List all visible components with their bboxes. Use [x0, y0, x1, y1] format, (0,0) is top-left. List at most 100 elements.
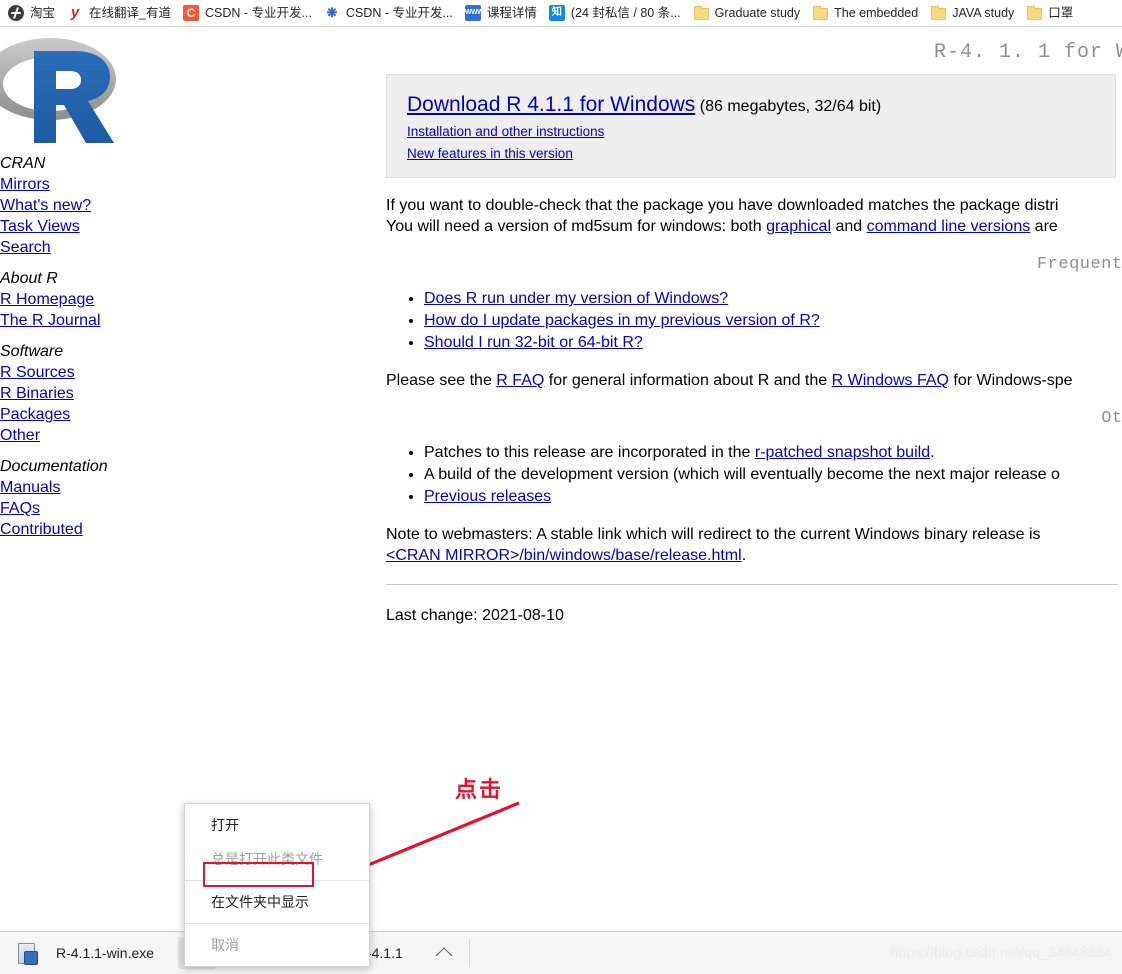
- md5-paragraph: If you want to double-check that the pac…: [386, 195, 1122, 237]
- bookmark-item[interactable]: 口罩: [1022, 2, 1079, 24]
- context-menu-item[interactable]: 取消: [185, 928, 369, 962]
- md5-line-2-mid: and: [831, 218, 867, 235]
- bookmark-label: JAVA study: [952, 6, 1015, 20]
- sidebar-link[interactable]: Other: [0, 425, 180, 446]
- download-file-name: R-4.1.1-win.exe: [56, 945, 155, 961]
- sidebar-link[interactable]: What's new?: [0, 195, 180, 216]
- bookmark-item[interactable]: 淘宝: [4, 2, 61, 24]
- page-content: CRAN Mirrors What's new? Task Views Search Ab…: [0, 27, 1122, 931]
- bookmark-label: 口罩: [1048, 6, 1074, 20]
- bookmark-item[interactable]: ❋ CSDN - 专业开发...: [320, 2, 459, 24]
- faq-bullet-link[interactable]: Should I run 32-bit or 64-bit R?: [424, 334, 643, 351]
- other-bullet-item: A build of the development version (whic…: [424, 464, 1122, 485]
- menu-separator: [185, 923, 369, 924]
- context-menu-item[interactable]: 在文件夹中显示: [185, 885, 369, 919]
- faq-bullet-item: Does R run under my version of Windows?: [424, 288, 1122, 309]
- folder-icon: [693, 5, 709, 21]
- graphical-link[interactable]: graphical: [766, 218, 831, 235]
- faq-bullet-link[interactable]: How do I update packages in my previous …: [424, 312, 820, 329]
- bookmark-item[interactable]: The embedded: [808, 2, 924, 24]
- bookmark-item[interactable]: C CSDN - 专业开发...: [179, 2, 318, 24]
- sidebar-nav: CRAN Mirrors What's new? Task Views Search Ab…: [0, 153, 180, 540]
- download-headline: Download R 4.1.1 for Windows (86 megabyt…: [407, 93, 1095, 117]
- main-column: R-4. 1. 1 for Wi Download R 4.1.1 for Wi…: [386, 27, 1122, 625]
- chevron-up-icon[interactable]: [425, 937, 463, 969]
- sidebar-link[interactable]: R Binaries: [0, 383, 180, 404]
- faq-bullet-list: Does R run under my version of Windows? H…: [386, 288, 1122, 353]
- other-bullet-list: Patches to this release are incorporated…: [386, 442, 1122, 507]
- sidebar-group: CRAN Mirrors What's new? Task Views Search: [0, 153, 180, 258]
- download-box: Download R 4.1.1 for Windows (86 megabyt…: [386, 74, 1116, 178]
- faq-section-heading: Frequently: [1036, 255, 1122, 274]
- sidebar: CRAN Mirrors What's new? Task Views Search Ab…: [0, 27, 180, 540]
- sidebar-link[interactable]: Task Views: [0, 216, 180, 237]
- bookmark-label: 课程详情: [486, 6, 537, 20]
- webmaster-note-line1: Note to webmasters: A stable link which …: [386, 526, 1041, 543]
- bookmark-item[interactable]: Graduate study: [689, 2, 806, 24]
- other-bullet-link[interactable]: r-patched snapshot build: [755, 444, 930, 461]
- youdao-icon: y: [67, 5, 84, 21]
- faq-bullet-link[interactable]: Does R run under my version of Windows?: [424, 290, 728, 307]
- bookmark-label: The embedded: [834, 6, 919, 20]
- md5-line-2-post: are: [1030, 218, 1058, 235]
- webmaster-note: Note to webmasters: A stable link which …: [386, 524, 1122, 566]
- highlight-box-show-in-folder: [203, 862, 314, 887]
- bookmark-label: (24 封私信 / 80 条...: [570, 6, 681, 20]
- installer-icon: [16, 942, 38, 965]
- folder-icon: [812, 5, 829, 21]
- bookmarks-bar: 淘宝 y 在线翻译_有道 C CSDN - 专业开发... ❋ CSDN - 专业开发...…: [0, 0, 1122, 27]
- page-title: R-4. 1. 1 for Wi: [933, 41, 1122, 64]
- sidebar-link[interactable]: Mirrors: [0, 174, 180, 195]
- other-bullet-link[interactable]: Previous releases: [424, 488, 551, 505]
- downloads-bar: R-4.1.1-win.exeREADME.R-4.1.1: [0, 931, 1122, 974]
- new-features-link[interactable]: New features in this version: [407, 146, 573, 161]
- sidebar-link[interactable]: FAQs: [0, 498, 180, 519]
- folder-icon: [930, 5, 947, 21]
- folder-icon: [1026, 5, 1043, 21]
- bookmark-item[interactable]: JAVA study: [926, 2, 1020, 24]
- faq-para-mid: for general information about R and the: [544, 372, 832, 389]
- last-change-text: Last change: 2021-08-10: [386, 607, 564, 624]
- webmaster-note-post: .: [741, 547, 747, 564]
- bookmark-item[interactable]: y 在线翻译_有道: [63, 2, 177, 24]
- other-bullet-text-post: .: [930, 444, 935, 461]
- md5-line-1: If you want to double-check that the pac…: [386, 197, 1059, 214]
- other-bullet-text: Patches to this release are incorporated…: [424, 444, 755, 461]
- sidebar-link[interactable]: The R Journal: [0, 310, 180, 331]
- download-size-note: (86 megabytes, 32/64 bit): [699, 98, 882, 115]
- md5-line-2-pre: You will need a version of md5sum for wi…: [386, 218, 767, 235]
- download-r-link[interactable]: Download R 4.1.1 for Windows: [407, 93, 695, 116]
- command-line-versions-link[interactable]: command line versions: [867, 218, 1031, 235]
- context-menu-item[interactable]: 打开: [185, 808, 369, 842]
- sidebar-group: Software R Sources R Binaries Packages Other: [0, 341, 180, 446]
- sidebar-link[interactable]: Contributed: [0, 519, 180, 540]
- csdn-icon: C: [182, 5, 199, 21]
- bookmark-label: Graduate study: [714, 6, 801, 20]
- course-icon: WWW: [464, 5, 481, 21]
- sidebar-group: About R R Homepage The R Journal: [0, 268, 180, 331]
- content-divider: [386, 584, 1118, 585]
- cran-mirror-release-link[interactable]: <CRAN MIRROR>/bin/windows/base/release.h…: [386, 547, 742, 564]
- r-faq-link[interactable]: R FAQ: [496, 372, 544, 389]
- bookmark-label: 淘宝: [30, 6, 56, 20]
- r-windows-faq-link[interactable]: R Windows FAQ: [832, 372, 949, 389]
- faq-bullet-item: How do I update packages in my previous …: [424, 310, 1122, 331]
- sidebar-link[interactable]: Search: [0, 237, 180, 258]
- sidebar-group-heading: CRAN: [0, 155, 46, 172]
- bookmark-item[interactable]: 知 (24 封私信 / 80 条...: [545, 2, 687, 24]
- download-bar-divider: [468, 939, 470, 967]
- sidebar-link[interactable]: R Homepage: [0, 289, 180, 310]
- bookmark-item[interactable]: WWW 课程详情: [461, 2, 543, 24]
- zhihu-icon: 知: [548, 5, 565, 21]
- sidebar-group-heading: Documentation: [0, 458, 108, 475]
- bookmark-label: 在线翻译_有道: [89, 6, 171, 20]
- sidebar-link[interactable]: R Sources: [0, 362, 180, 383]
- sidebar-link[interactable]: Packages: [0, 404, 180, 425]
- faq-paragraph: Please see the R FAQ for general informa…: [386, 370, 1122, 391]
- r-logo-icon: [0, 31, 127, 143]
- sidebar-link[interactable]: Manuals: [0, 477, 180, 498]
- sidebar-group: Documentation Manuals FAQs Contributed: [0, 456, 180, 540]
- bookmark-label: CSDN - 专业开发...: [204, 6, 312, 20]
- other-bullet-item: Patches to this release are incorporated…: [424, 442, 1122, 463]
- installation-instructions-link[interactable]: Installation and other instructions: [407, 124, 604, 139]
